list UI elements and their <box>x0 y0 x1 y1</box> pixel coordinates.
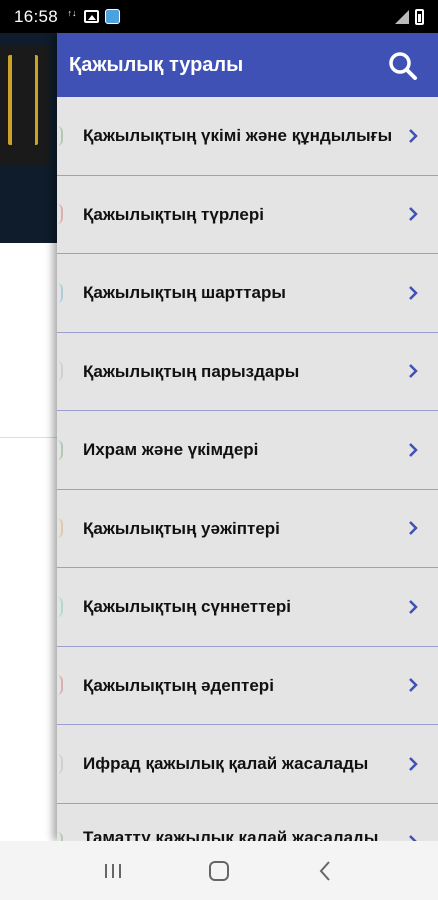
list-item[interactable]: Қажылықтың әдептері <box>57 647 438 725</box>
image-icon <box>84 10 100 23</box>
peek-icon <box>57 753 63 774</box>
recents-icon <box>105 863 121 878</box>
search-icon <box>389 52 417 80</box>
list-item-label: Ифрад қажылық қалай жасалады <box>83 754 369 774</box>
topic-list: Қажылықтың үкімі және құндылығы Қажылықт… <box>57 97 438 841</box>
home-button[interactable] <box>199 856 239 886</box>
list-item[interactable]: Таматту қажылық қалай жасалады <box>57 804 438 842</box>
calligraphy-logo <box>0 45 50 165</box>
list-item[interactable]: Қажылықтың шарттары <box>57 254 438 333</box>
battery-icon <box>415 8 424 25</box>
list-item[interactable]: Ихрам және үкімдері <box>57 411 438 490</box>
peek-icon <box>57 832 63 841</box>
system-icons <box>395 8 424 25</box>
chevron-right-icon <box>409 521 418 536</box>
list-item[interactable]: Қажылықтың уәжіптері <box>57 490 438 568</box>
list-item-label: Қажылықтың сүннеттері <box>83 597 291 617</box>
chevron-right-icon <box>409 128 418 143</box>
app-notification-icon <box>105 9 121 24</box>
peek-icon <box>57 439 63 460</box>
list-item-label: Қажылықтың уәжіптері <box>83 518 280 538</box>
list-item-label: Қажылықтың түрлері <box>83 204 264 224</box>
search-button[interactable] <box>388 51 418 81</box>
status-time: 16:58 <box>14 6 59 26</box>
chevron-right-icon <box>409 756 418 771</box>
peek-icon <box>57 204 63 225</box>
chevron-right-icon <box>409 364 418 379</box>
list-item-label: Қажылықтың парыздары <box>83 361 300 381</box>
list-item[interactable]: Қажылықтың сүннеттері <box>57 568 438 647</box>
list-item[interactable]: Қажылықтың үкімі және құндылығы <box>57 97 438 176</box>
drawer-title: Қажылық туралы <box>69 53 244 76</box>
back-icon <box>319 860 330 881</box>
chevron-right-icon <box>409 678 418 693</box>
background-header <box>0 33 60 243</box>
chevron-right-icon <box>409 285 418 300</box>
chevron-right-icon <box>409 207 418 222</box>
signal-icon <box>395 9 409 24</box>
peek-icon <box>57 282 63 303</box>
list-item-label: Қажылықтың шарттары <box>83 283 286 303</box>
chevron-right-icon <box>409 442 418 457</box>
list-item[interactable]: Қажылықтың парыздары <box>57 333 438 411</box>
data-icon: ↑↓ <box>67 7 77 18</box>
peek-icon <box>57 125 63 146</box>
notification-icons: ↑↓ <box>66 7 121 25</box>
list-item-label: Таматту қажылық қалай жасалады <box>83 827 379 842</box>
drawer-app-bar: Қажылық туралы <box>57 33 438 97</box>
chevron-right-icon <box>409 599 418 614</box>
chevron-right-icon <box>409 835 417 841</box>
home-icon <box>209 860 229 881</box>
peek-icon <box>57 596 63 617</box>
list-item-label: Ихрам және үкімдері <box>83 440 259 460</box>
list-item-label: Қажылықтың әдептері <box>83 675 274 695</box>
list-item-label: Қажылықтың үкімі және құндылығы <box>83 126 393 146</box>
peek-icon <box>57 518 63 539</box>
system-navigation-bar <box>0 841 438 900</box>
navigation-drawer: Қажылық туралы Қажылықтың үкімі және құн… <box>57 33 438 841</box>
peek-icon <box>57 361 63 382</box>
recents-button[interactable] <box>93 856 133 886</box>
background-divider <box>0 437 60 438</box>
status-bar: 16:58 ↑↓ <box>0 0 438 33</box>
list-item[interactable]: Ифрад қажылық қалай жасалады <box>57 725 438 804</box>
list-item[interactable]: Қажылықтың түрлері <box>57 176 438 254</box>
peek-icon <box>57 675 63 696</box>
back-button[interactable] <box>305 856 345 886</box>
